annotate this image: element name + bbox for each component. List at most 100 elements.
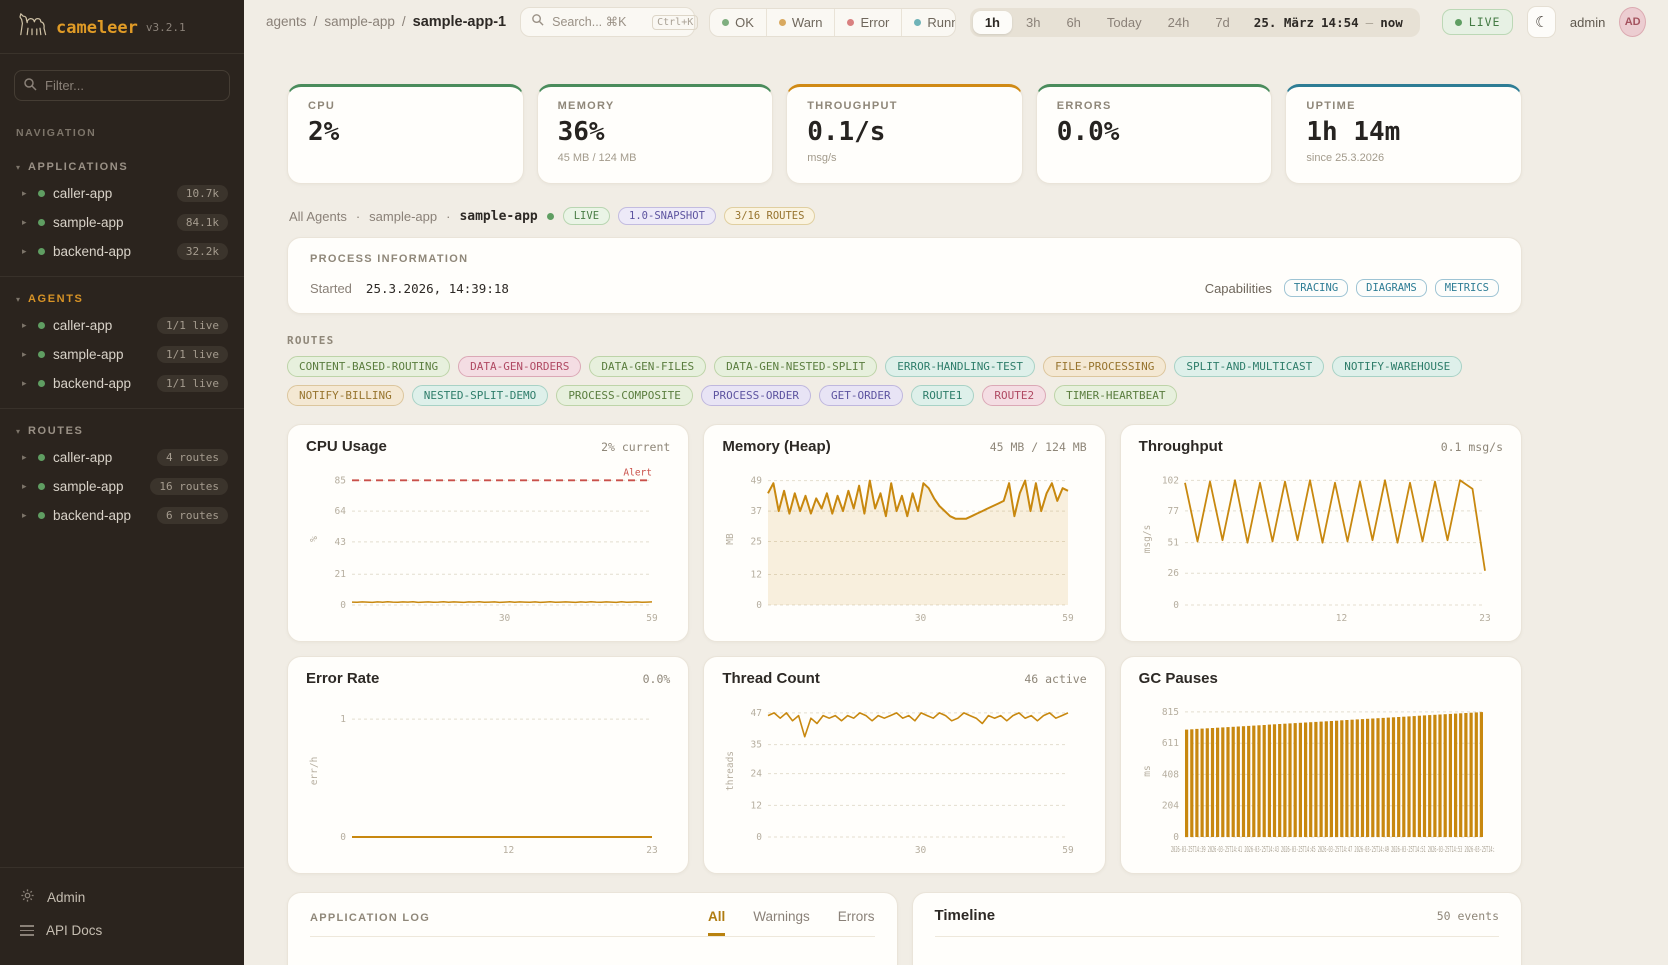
- svg-text:0: 0: [1173, 600, 1179, 611]
- route-chip-data-gen-files[interactable]: DATA-GEN-FILES: [589, 356, 706, 377]
- kpi-label: ERRORS: [1057, 100, 1252, 112]
- username: admin: [1570, 15, 1605, 30]
- kpi-label: THROUGHPUT: [807, 100, 1002, 112]
- app-logo[interactable]: cameleer v3.2.1: [0, 0, 244, 54]
- svg-text:37: 37: [751, 506, 762, 517]
- count-badge: 6 routes: [157, 507, 228, 524]
- kpi-label: UPTIME: [1306, 100, 1501, 112]
- route-chip-route2[interactable]: ROUTE2: [982, 385, 1046, 406]
- chart-current-value: 46 active: [1024, 672, 1086, 686]
- section-header-applications[interactable]: ▾ APPLICATIONS: [0, 155, 244, 179]
- route-chip-data-gen-nested-split[interactable]: DATA-GEN-NESTED-SPLIT: [714, 356, 877, 377]
- global-search[interactable]: Ctrl+K: [520, 7, 695, 37]
- started-label: Started: [310, 281, 352, 296]
- route-chip-process-order[interactable]: PROCESS-ORDER: [701, 385, 811, 406]
- agentbar-app-link[interactable]: sample-app: [369, 209, 437, 224]
- sidebar-footer-api-docs[interactable]: API Docs: [0, 914, 244, 947]
- time-range-group: 1h3h6hToday24h7d 25. März 14:54 — now: [970, 8, 1420, 37]
- agent-status-dot-icon: [547, 213, 554, 220]
- time-range-today[interactable]: Today: [1095, 11, 1154, 34]
- route-chip-list: CONTENT-BASED-ROUTING DATA-GEN-ORDERS DATA…: [287, 356, 1522, 406]
- route-chip-data-gen-orders[interactable]: DATA-GEN-ORDERS: [458, 356, 581, 377]
- route-chip-error-handling-test[interactable]: ERROR-HANDLING-TEST: [885, 356, 1035, 377]
- svg-text:26: 26: [1167, 568, 1179, 579]
- svg-text:102: 102: [1161, 475, 1178, 486]
- status-dot-icon: [914, 19, 921, 26]
- svg-text:59: 59: [1063, 845, 1075, 856]
- sidebar-footer-admin[interactable]: Admin: [0, 880, 244, 914]
- svg-text:12: 12: [751, 570, 762, 581]
- range-time: 14:54: [1321, 15, 1359, 30]
- route-chip-route1[interactable]: ROUTE1: [911, 385, 975, 406]
- log-tab-errors[interactable]: Errors: [838, 909, 875, 936]
- application-log-card: APPLICATION LOG All Warnings Errors: [287, 892, 898, 965]
- svg-text:ms: ms: [1142, 765, 1153, 776]
- svg-text:%: %: [309, 536, 320, 542]
- time-range-3h[interactable]: 3h: [1014, 11, 1052, 34]
- route-chip-notify-billing[interactable]: NOTIFY-BILLING: [287, 385, 404, 406]
- count-badge: 1/1 live: [157, 375, 228, 392]
- camel-logo-icon: [16, 12, 48, 43]
- log-tab-all[interactable]: All: [708, 909, 725, 936]
- sidebar-item-agents-caller-app[interactable]: ▸ caller-app 1/1 live: [0, 311, 244, 340]
- sidebar-item-agents-sample-app[interactable]: ▸ sample-app 1/1 live: [0, 340, 244, 369]
- chart-title: Thread Count: [722, 670, 820, 687]
- avatar[interactable]: AD: [1619, 7, 1646, 37]
- status-filter-group: OK Warn Error Running: [709, 8, 956, 37]
- svg-text:msg/s: msg/s: [1142, 525, 1153, 554]
- sidebar-item-routes-backend-app[interactable]: ▸ backend-app 6 routes: [0, 501, 244, 530]
- svg-text:12: 12: [1335, 613, 1346, 624]
- status-dot-icon: [722, 19, 729, 26]
- breadcrumb-sample-app[interactable]: sample-app: [324, 14, 395, 29]
- svg-text:0: 0: [340, 600, 346, 611]
- agent-badge-3-16-routes: 3/16 ROUTES: [724, 207, 816, 225]
- breadcrumb-agents[interactable]: agents: [266, 14, 307, 29]
- sidebar-item-applications-sample-app[interactable]: ▸ sample-app 84.1k: [0, 208, 244, 237]
- chart-plot: 01err/h1223: [306, 693, 662, 859]
- route-chip-content-based-routing[interactable]: CONTENT-BASED-ROUTING: [287, 356, 450, 377]
- time-range-display[interactable]: 25. März 14:54 — now: [1244, 15, 1417, 30]
- status-filter-warn[interactable]: Warn: [766, 9, 835, 36]
- live-toggle[interactable]: LIVE: [1442, 9, 1514, 35]
- search-input[interactable]: [552, 15, 644, 29]
- time-range-24h[interactable]: 24h: [1156, 11, 1202, 34]
- log-tab-warnings[interactable]: Warnings: [753, 909, 810, 936]
- sidebar-item-applications-caller-app[interactable]: ▸ caller-app 10.7k: [0, 179, 244, 208]
- sidebar-item-routes-sample-app[interactable]: ▸ sample-app 16 routes: [0, 472, 244, 501]
- svg-text:24: 24: [751, 769, 763, 780]
- section-header-agents[interactable]: ▾ AGENTS: [0, 287, 244, 311]
- section-header-routes[interactable]: ▾ ROUTES: [0, 419, 244, 443]
- chevron-right-icon: ▸: [22, 188, 30, 199]
- application-log-title: APPLICATION LOG: [310, 912, 430, 936]
- item-name: sample-app: [53, 479, 142, 494]
- route-chip-process-composite[interactable]: PROCESS-COMPOSITE: [556, 385, 693, 406]
- route-chip-timer-heartbeat[interactable]: TIMER-HEARTBEAT: [1054, 385, 1177, 406]
- sidebar-item-applications-backend-app[interactable]: ▸ backend-app 32.2k: [0, 237, 244, 266]
- time-range-7d[interactable]: 7d: [1203, 11, 1241, 34]
- sidebar-item-routes-caller-app[interactable]: ▸ caller-app 4 routes: [0, 443, 244, 472]
- status-filter-error[interactable]: Error: [834, 9, 901, 36]
- time-range-6h[interactable]: 6h: [1054, 11, 1092, 34]
- route-chip-notify-warehouse[interactable]: NOTIFY-WAREHOUSE: [1332, 356, 1462, 377]
- status-dot-icon: [847, 19, 854, 26]
- chevron-right-icon: ▸: [22, 320, 30, 331]
- status-filter-running[interactable]: Running: [901, 9, 955, 36]
- route-chip-split-and-multicast[interactable]: SPLIT-AND-MULTICAST: [1174, 356, 1324, 377]
- route-chip-nested-split-demo[interactable]: NESTED-SPLIT-DEMO: [412, 385, 549, 406]
- sidebar-filter-input[interactable]: [14, 70, 230, 101]
- chart-current-value: 2% current: [601, 440, 670, 454]
- agentbar-all-agents-link[interactable]: All Agents: [289, 209, 347, 224]
- svg-text:0: 0: [340, 832, 346, 843]
- svg-text:43: 43: [335, 537, 346, 548]
- timeline-title: Timeline: [935, 907, 996, 924]
- status-filter-ok[interactable]: OK: [710, 9, 766, 36]
- dark-mode-toggle[interactable]: ☾: [1527, 6, 1555, 38]
- svg-text:77: 77: [1167, 506, 1178, 517]
- kpi-subtext: since 25.3.2026: [1306, 152, 1501, 164]
- svg-text:204: 204: [1161, 801, 1178, 812]
- route-chip-get-order[interactable]: GET-ORDER: [819, 385, 903, 406]
- sidebar-item-agents-backend-app[interactable]: ▸ backend-app 1/1 live: [0, 369, 244, 398]
- route-chip-file-processing[interactable]: FILE-PROCESSING: [1043, 356, 1166, 377]
- svg-text:35: 35: [751, 740, 762, 751]
- time-range-1h[interactable]: 1h: [973, 11, 1012, 34]
